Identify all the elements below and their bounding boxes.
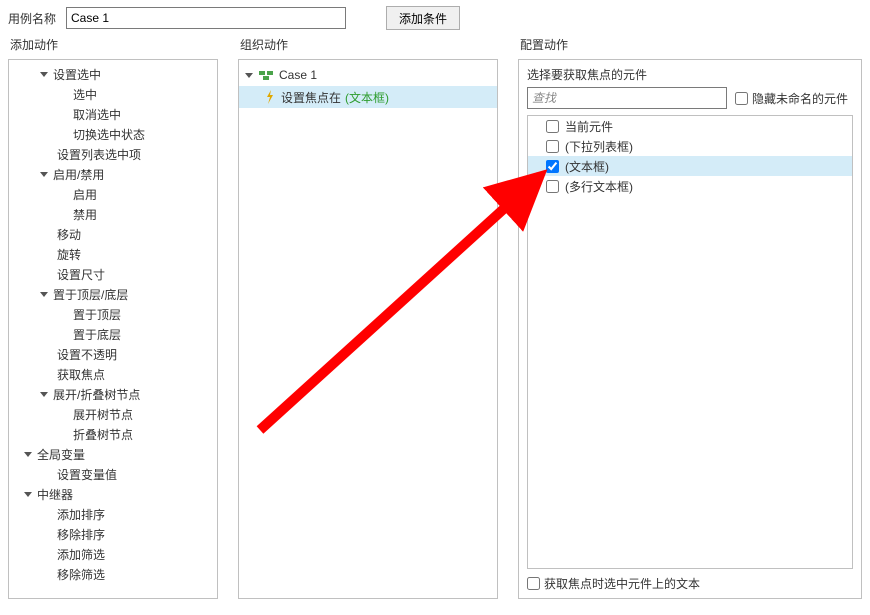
tree-leaf[interactable]: 移动 <box>9 224 217 244</box>
tree-item-label: 中继器 <box>37 486 73 503</box>
tree-leaf[interactable]: 设置列表选中项 <box>9 144 217 164</box>
list-item-label: (下拉列表框) <box>565 138 633 155</box>
tree-item-label: 设置选中 <box>53 66 101 83</box>
select-text-on-focus-input[interactable] <box>527 577 540 590</box>
caret-down-icon <box>23 449 33 459</box>
tree-item-label: 置于底层 <box>73 326 121 343</box>
tree-item-label: 设置不透明 <box>57 346 117 363</box>
right-column-title: 配置动作 <box>518 36 862 53</box>
search-input[interactable] <box>527 87 727 109</box>
hide-unnamed-label: 隐藏未命名的元件 <box>752 90 848 107</box>
tree-item-label: 添加筛选 <box>57 546 105 563</box>
list-item[interactable]: (多行文本框) <box>528 176 852 196</box>
tree-item-label: 获取焦点 <box>57 366 105 383</box>
tree-item-label: 启用/禁用 <box>53 166 104 183</box>
tree-leaf[interactable]: 移除排序 <box>9 524 217 544</box>
tree-item-label: 移除筛选 <box>57 566 105 583</box>
tree-item-label: 禁用 <box>73 206 97 223</box>
tree-item-label: 置于顶层 <box>73 306 121 323</box>
list-item-checkbox[interactable] <box>546 120 559 133</box>
caret-down-icon <box>39 389 49 399</box>
tree-leaf[interactable]: 启用 <box>9 184 217 204</box>
list-item-checkbox[interactable] <box>546 140 559 153</box>
action-label: 设置焦点在 <box>281 89 341 106</box>
list-item[interactable]: (文本框) <box>528 156 852 176</box>
action-target: (文本框) <box>345 89 389 106</box>
caret-down-icon <box>245 71 253 79</box>
tree-item-label: 设置变量值 <box>57 466 117 483</box>
tree-leaf[interactable]: 置于顶层 <box>9 304 217 324</box>
list-item-checkbox[interactable] <box>546 160 559 173</box>
tree-item-label: 切换选中状态 <box>73 126 145 143</box>
tree-item-label: 折叠树节点 <box>73 426 133 443</box>
tree-leaf[interactable]: 获取焦点 <box>9 364 217 384</box>
tree-item-label: 移除排序 <box>57 526 105 543</box>
tree-item-label: 添加排序 <box>57 506 105 523</box>
tree-leaf[interactable]: 旋转 <box>9 244 217 264</box>
tree-item-label: 移动 <box>57 226 81 243</box>
tree-item-label: 旋转 <box>57 246 81 263</box>
tree-group[interactable]: 启用/禁用 <box>9 164 217 184</box>
tree-item-label: 展开/折叠树节点 <box>53 386 140 403</box>
tree-item-label: 取消选中 <box>73 106 121 123</box>
case-label: Case 1 <box>279 68 317 82</box>
tree-leaf[interactable]: 展开树节点 <box>9 404 217 424</box>
case-node[interactable]: Case 1 <box>239 64 497 86</box>
tree-item-label: 全局变量 <box>37 446 85 463</box>
case-icon <box>259 69 273 81</box>
tree-leaf[interactable]: 禁用 <box>9 204 217 224</box>
case-name-label: 用例名称 <box>8 10 56 27</box>
list-item-checkbox[interactable] <box>546 180 559 193</box>
tree-leaf[interactable]: 添加筛选 <box>9 544 217 564</box>
caret-down-icon <box>39 169 49 179</box>
list-item[interactable]: 当前元件 <box>528 116 852 136</box>
tree-group[interactable]: 全局变量 <box>9 444 217 464</box>
list-item-label: (多行文本框) <box>565 178 633 195</box>
tree-leaf[interactable]: 设置不透明 <box>9 344 217 364</box>
caret-down-icon <box>39 289 49 299</box>
tree-leaf[interactable]: 添加排序 <box>9 504 217 524</box>
tree-group[interactable]: 设置选中 <box>9 64 217 84</box>
tree-leaf[interactable]: 取消选中 <box>9 104 217 124</box>
tree-leaf[interactable]: 置于底层 <box>9 324 217 344</box>
lightning-icon <box>265 90 275 104</box>
tree-item-label: 选中 <box>73 86 97 103</box>
caret-down-icon <box>23 489 33 499</box>
focus-target-header: 选择要获取焦点的元件 <box>519 60 861 87</box>
tree-leaf[interactable]: 设置尺寸 <box>9 264 217 284</box>
tree-group[interactable]: 置于顶层/底层 <box>9 284 217 304</box>
case-name-input[interactable] <box>66 7 346 29</box>
list-item[interactable]: (下拉列表框) <box>528 136 852 156</box>
tree-item-label: 展开树节点 <box>73 406 133 423</box>
hide-unnamed-checkbox[interactable]: 隐藏未命名的元件 <box>735 90 848 107</box>
hide-unnamed-checkbox-input[interactable] <box>735 92 748 105</box>
list-item-label: 当前元件 <box>565 118 613 135</box>
action-node[interactable]: 设置焦点在 (文本框) <box>239 86 497 108</box>
tree-leaf[interactable]: 设置变量值 <box>9 464 217 484</box>
add-action-tree[interactable]: 设置选中选中取消选中切换选中状态设置列表选中项启用/禁用启用禁用移动旋转设置尺寸… <box>9 60 217 598</box>
select-text-on-focus-label: 获取焦点时选中元件上的文本 <box>544 575 700 592</box>
select-text-on-focus-checkbox[interactable]: 获取焦点时选中元件上的文本 <box>527 575 700 592</box>
tree-leaf[interactable]: 移除筛选 <box>9 564 217 584</box>
tree-group[interactable]: 中继器 <box>9 484 217 504</box>
add-condition-button[interactable]: 添加条件 <box>386 6 460 30</box>
list-item-label: (文本框) <box>565 158 609 175</box>
tree-group[interactable]: 展开/折叠树节点 <box>9 384 217 404</box>
widget-list[interactable]: 当前元件 (下拉列表框) (文本框) (多行文本框) <box>528 116 852 568</box>
tree-item-label: 设置尺寸 <box>57 266 105 283</box>
tree-leaf[interactable]: 选中 <box>9 84 217 104</box>
tree-item-label: 置于顶层/底层 <box>53 286 128 303</box>
mid-column-title: 组织动作 <box>238 36 498 53</box>
tree-leaf[interactable]: 折叠树节点 <box>9 424 217 444</box>
caret-down-icon <box>39 69 49 79</box>
tree-leaf[interactable]: 切换选中状态 <box>9 124 217 144</box>
tree-item-label: 启用 <box>73 186 97 203</box>
left-column-title: 添加动作 <box>8 36 218 53</box>
tree-item-label: 设置列表选中项 <box>57 146 141 163</box>
